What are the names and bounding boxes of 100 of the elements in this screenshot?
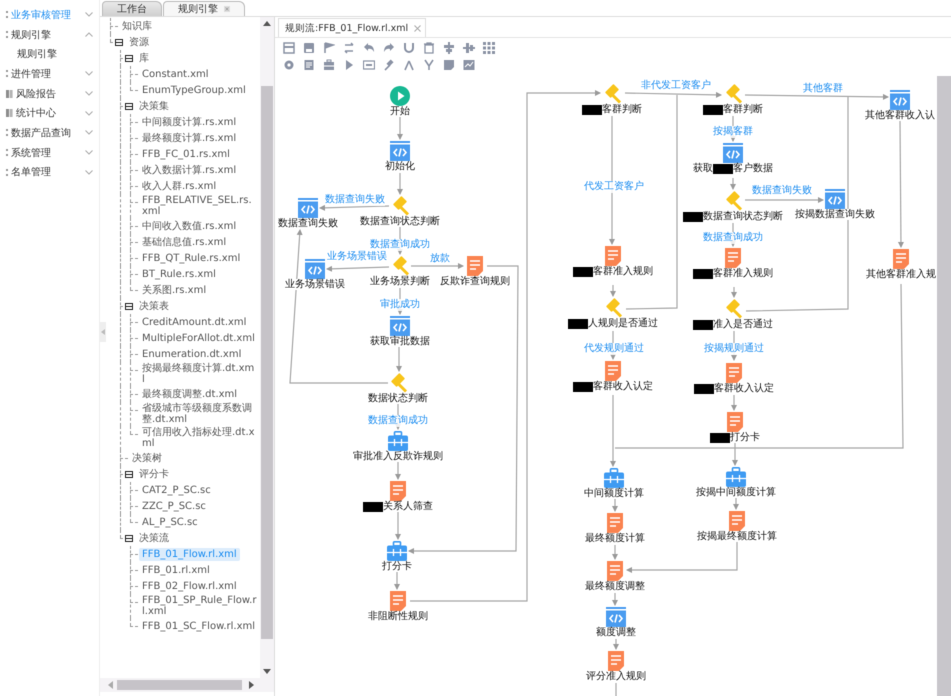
scroll-left-icon[interactable] bbox=[108, 681, 113, 689]
menu-item[interactable]: 系统管理 bbox=[0, 142, 99, 162]
trash-icon[interactable] bbox=[423, 42, 435, 54]
document-icon[interactable] bbox=[606, 651, 626, 671]
document-icon[interactable] bbox=[725, 412, 745, 432]
grid-icon[interactable] bbox=[483, 42, 495, 54]
tree-item[interactable]: 库 bbox=[136, 52, 152, 64]
document-icon[interactable] bbox=[603, 361, 623, 381]
chart-icon[interactable] bbox=[463, 59, 475, 71]
tree-item[interactable]: 决策表 bbox=[136, 300, 172, 312]
code-icon[interactable] bbox=[390, 141, 410, 161]
scrollbar[interactable] bbox=[260, 17, 274, 678]
magnet-icon[interactable] bbox=[403, 42, 415, 54]
tab[interactable]: 工作台 bbox=[102, 1, 162, 16]
tree-item[interactable]: 最终额度计算.rs.xml bbox=[139, 132, 240, 144]
document-icon[interactable] bbox=[723, 248, 743, 268]
tree-item[interactable]: CAT2_P_SC.sc bbox=[139, 484, 214, 496]
document-icon[interactable] bbox=[465, 256, 485, 276]
tree-item[interactable]: Enumeration.dt.xml bbox=[139, 348, 244, 360]
tree-item[interactable]: Constant.xml bbox=[139, 68, 212, 80]
tree-item[interactable]: FFB_RELATIVE_SEL.rs.xml bbox=[139, 194, 260, 218]
tree-item[interactable]: FFB_QT_Rule.rs.xml bbox=[139, 252, 244, 264]
document-icon[interactable] bbox=[605, 513, 625, 533]
flag-icon[interactable] bbox=[323, 42, 335, 54]
document-icon[interactable] bbox=[303, 59, 315, 71]
redo-icon[interactable] bbox=[383, 42, 395, 54]
document-icon[interactable] bbox=[603, 246, 623, 266]
menu-item[interactable]: 风险报告 bbox=[0, 84, 99, 104]
tree-item[interactable]: 决策集 bbox=[136, 100, 172, 112]
align-icon[interactable] bbox=[443, 42, 455, 54]
scroll-up-icon[interactable] bbox=[263, 21, 271, 26]
menu-item[interactable]: 业务审核管理 bbox=[0, 5, 99, 25]
play-icon[interactable] bbox=[390, 86, 410, 106]
briefcase-icon[interactable] bbox=[323, 59, 335, 71]
tree-item[interactable]: FFB_01_SP_Rule_Flow.rl.xml bbox=[139, 594, 260, 618]
merge-icon[interactable] bbox=[423, 59, 435, 71]
gear-icon[interactable] bbox=[283, 59, 295, 71]
save-icon[interactable] bbox=[303, 42, 315, 54]
tree-item[interactable]: ZZC_P_SC.sc bbox=[139, 500, 209, 512]
tree-item[interactable]: FFB_02_Flow.rl.xml bbox=[139, 580, 240, 592]
tree-item[interactable]: FFB_01.rl.xml bbox=[139, 564, 213, 576]
document-icon[interactable] bbox=[727, 511, 747, 531]
tree-item[interactable]: 按揭最终额度计算.dt.xml bbox=[139, 362, 260, 386]
tree-item[interactable]: 关系图.rs.xml bbox=[139, 284, 210, 296]
fork-icon[interactable] bbox=[403, 59, 415, 71]
document-icon[interactable] bbox=[724, 363, 744, 383]
close-icon[interactable] bbox=[414, 24, 422, 32]
code-icon[interactable] bbox=[723, 143, 743, 163]
code-icon[interactable] bbox=[890, 90, 910, 110]
briefcase-icon[interactable] bbox=[726, 467, 746, 487]
menu-item[interactable]: 数据产品查询 bbox=[0, 123, 99, 143]
tree-item[interactable]: 中间收入数值.rs.xml bbox=[139, 220, 240, 232]
menu-item[interactable]: 名单管理 bbox=[0, 162, 99, 182]
tree-item[interactable]: 资源 bbox=[126, 36, 152, 48]
close-icon[interactable] bbox=[224, 6, 230, 12]
editor-tab[interactable]: 规则流:FFB_01_Flow.rl.xml bbox=[278, 18, 426, 37]
align-icon[interactable] bbox=[463, 42, 475, 54]
code-icon[interactable] bbox=[606, 607, 626, 627]
tree-item[interactable]: FFB_FC_01.rs.xml bbox=[139, 148, 233, 160]
tree-item[interactable]: AL_P_SC.sc bbox=[139, 516, 201, 528]
card-icon[interactable] bbox=[363, 59, 375, 71]
collapse-toggle[interactable] bbox=[115, 39, 123, 46]
tree-item[interactable]: 可信用收入指标处理.dt.xml bbox=[139, 426, 260, 450]
tree-item[interactable]: 中间额度计算.rs.xml bbox=[139, 116, 240, 128]
collapse-toggle[interactable] bbox=[125, 471, 133, 478]
tree-item[interactable]: 知识库 bbox=[119, 20, 155, 32]
note-icon[interactable] bbox=[443, 59, 455, 71]
collapse-handle[interactable] bbox=[100, 322, 106, 342]
tree-item[interactable]: EnumTypeGroup.xml bbox=[139, 84, 249, 96]
tree-item[interactable]: 评分卡 bbox=[136, 468, 172, 480]
briefcase-icon[interactable] bbox=[387, 541, 407, 561]
collapse-toggle[interactable] bbox=[125, 535, 133, 542]
tree-item[interactable]: 决策流 bbox=[136, 532, 172, 544]
document-icon[interactable] bbox=[891, 249, 911, 269]
scrollbar[interactable] bbox=[937, 76, 951, 696]
document-icon[interactable] bbox=[388, 591, 408, 611]
code-icon[interactable] bbox=[298, 198, 318, 218]
tree-item[interactable]: 省级城市等级额度系数调整.dt.xml bbox=[139, 402, 260, 426]
scroll-down-icon[interactable] bbox=[263, 669, 271, 674]
tab[interactable]: 规则引擎 bbox=[163, 1, 245, 16]
tree-item[interactable]: 最终额度调整.dt.xml bbox=[139, 388, 240, 400]
scrollbar[interactable] bbox=[100, 678, 274, 692]
collapse-toggle[interactable] bbox=[125, 103, 133, 110]
tree-item[interactable]: 收入数据计算.rs.xml bbox=[139, 164, 240, 176]
tree-item[interactable]: MultipleForAllot.dt.xml bbox=[139, 332, 258, 344]
tree-item[interactable]: FFB_01_SC_Flow.rl.xml bbox=[139, 620, 258, 632]
collapse-toggle[interactable] bbox=[125, 55, 133, 62]
briefcase-icon[interactable] bbox=[604, 468, 624, 488]
tree-item[interactable]: BT_Rule.rs.xml bbox=[139, 268, 219, 280]
menu-item[interactable]: 进件管理 bbox=[0, 64, 99, 84]
scroll-right-icon[interactable] bbox=[249, 681, 254, 689]
tree-item[interactable]: 决策树 bbox=[129, 452, 165, 464]
tree-item[interactable]: 基础信息值.rs.xml bbox=[139, 236, 230, 248]
undo-icon[interactable] bbox=[363, 42, 375, 54]
document-icon[interactable] bbox=[605, 561, 625, 581]
code-icon[interactable] bbox=[825, 189, 845, 209]
menu-item[interactable]: 统计中心 bbox=[0, 103, 99, 124]
loop-icon[interactable] bbox=[343, 42, 355, 54]
menu-item[interactable]: 规则引擎 bbox=[0, 24, 99, 44]
tree-item[interactable]: 收入人群.rs.xml bbox=[139, 180, 220, 192]
